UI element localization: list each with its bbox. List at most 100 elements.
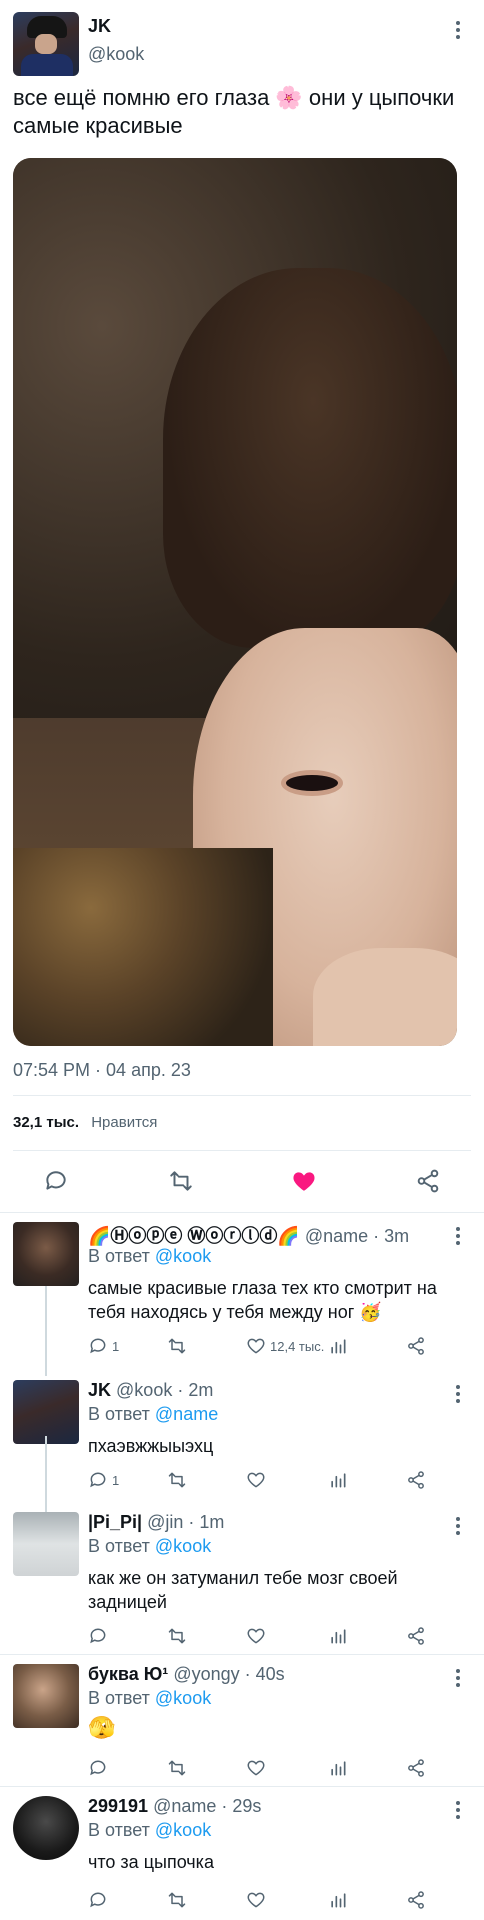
reply-count: 1 — [112, 1472, 120, 1488]
reply-button[interactable] — [88, 1624, 108, 1648]
stats-icon[interactable] — [328, 1468, 348, 1492]
author-handle[interactable]: @kook — [88, 44, 144, 65]
reply-meta: @kook · 2m — [116, 1380, 214, 1400]
share-icon[interactable] — [406, 1888, 426, 1912]
stats-icon[interactable] — [328, 1624, 348, 1648]
divider — [0, 1212, 484, 1213]
more-options-icon[interactable] — [448, 1222, 468, 1250]
retweet-button[interactable] — [166, 1888, 188, 1912]
reply-header[interactable]: JK @kook · 2m — [88, 1380, 213, 1401]
stats-icon[interactable] — [328, 1888, 348, 1912]
reply-prefix: В ответ — [88, 1536, 150, 1556]
reply-item: |Pi_Pi| @jin · 1m В ответ @kook как же о… — [0, 1512, 484, 1652]
like-button[interactable] — [246, 1756, 266, 1780]
reply-avatar[interactable] — [13, 1796, 79, 1860]
mention-link[interactable]: @kook — [155, 1688, 211, 1708]
reply-prefix: В ответ — [88, 1820, 150, 1840]
share-icon[interactable] — [406, 1756, 426, 1780]
reply-item: 🌈Ⓗⓞⓟⓔ Ⓦⓞⓡⓛⓓ🌈 @name · 3m В ответ @kook са… — [0, 1222, 484, 1368]
reply-to-line: В ответ @kook — [88, 1688, 211, 1709]
reply-item: JK @kook · 2m В ответ @name пхаэвжжыыэхц… — [0, 1380, 484, 1490]
reply-header[interactable]: 299191 @name · 29s — [88, 1796, 261, 1817]
tweet-timestamp[interactable]: 07:54 PM · 04 апр. 23 — [13, 1060, 191, 1081]
like-button[interactable]: 12,4 тыс. — [246, 1334, 324, 1358]
reply-avatar[interactable] — [13, 1222, 79, 1286]
reply-avatar[interactable] — [13, 1380, 79, 1444]
reply-meta: @name · 3m — [304, 1226, 410, 1246]
reply-avatar[interactable] — [13, 1664, 79, 1728]
retweet-button[interactable] — [166, 1756, 188, 1780]
like-button[interactable] — [246, 1624, 266, 1648]
reply-meta: @name · 29s — [153, 1796, 262, 1816]
reply-text: 🫣 — [88, 1715, 116, 1740]
more-options-icon[interactable] — [448, 1796, 468, 1824]
like-count: 12,4 тыс. — [270, 1338, 325, 1354]
likes-summary[interactable]: 32,1 тыс. Нравится — [13, 1114, 157, 1131]
reply-button[interactable]: 1 — [88, 1468, 119, 1492]
thread-line — [45, 1436, 47, 1512]
reply-author-name: 299191 — [88, 1796, 149, 1816]
mention-link[interactable]: @name — [155, 1404, 218, 1424]
reply-text: как же он затуманил тебе мозг своей задн… — [88, 1568, 398, 1612]
reply-prefix: В ответ — [88, 1688, 150, 1708]
divider — [0, 1786, 484, 1787]
reply-meta: @jin · 1m — [147, 1512, 225, 1532]
reply-avatar[interactable] — [13, 1512, 79, 1576]
reply-header[interactable]: буква Ю¹ @yongy · 40s — [88, 1664, 285, 1685]
reply-button[interactable] — [88, 1756, 108, 1780]
reply-author-name: JK — [88, 1380, 112, 1400]
author-name[interactable]: JK — [88, 16, 111, 37]
share-icon[interactable] — [406, 1624, 426, 1648]
share-icon[interactable] — [407, 1160, 449, 1202]
reply-actions — [88, 1624, 468, 1648]
heart-filled-icon[interactable] — [283, 1160, 325, 1202]
reply-header[interactable]: 🌈Ⓗⓞⓟⓔ Ⓦⓞⓡⓛⓓ🌈 @name · 3m — [88, 1222, 409, 1248]
reply-meta: @yongy · 40s — [173, 1664, 285, 1684]
likes-label: Нравится — [91, 1114, 158, 1131]
reply-actions — [88, 1756, 468, 1780]
reply-to-line: В ответ @kook — [88, 1246, 211, 1267]
reply-count: 1 — [112, 1338, 120, 1354]
retweet-button[interactable] — [166, 1468, 188, 1492]
reply-icon[interactable] — [35, 1160, 77, 1202]
mention-link[interactable]: @kook — [155, 1820, 211, 1840]
reply-button[interactable] — [88, 1888, 108, 1912]
like-button[interactable] — [246, 1468, 266, 1492]
reply-button[interactable]: 1 — [88, 1334, 119, 1358]
more-options-icon[interactable] — [448, 1664, 468, 1692]
reply-author-name: |Pi_Pi| — [88, 1512, 143, 1532]
divider — [13, 1095, 471, 1096]
reply-item: буква Ю¹ @yongy · 40s В ответ @kook 🫣 — [0, 1664, 484, 1780]
reply-author-name: буква Ю¹ — [88, 1664, 169, 1684]
retweet-button[interactable] — [166, 1334, 192, 1358]
tweet-photo[interactable] — [13, 158, 457, 1046]
more-options-icon[interactable] — [448, 1512, 468, 1540]
reply-actions — [88, 1888, 468, 1912]
stats-icon[interactable] — [328, 1756, 348, 1780]
reply-author-name: 🌈Ⓗⓞⓟⓔ Ⓦⓞⓡⓛⓓ🌈 — [88, 1226, 300, 1246]
mention-link[interactable]: @kook — [155, 1536, 211, 1556]
share-icon[interactable] — [406, 1334, 426, 1358]
author-avatar[interactable] — [13, 12, 79, 76]
mention-link[interactable]: @kook — [155, 1246, 211, 1266]
reply-actions: 1 — [88, 1468, 468, 1492]
like-button[interactable] — [246, 1888, 266, 1912]
share-icon[interactable] — [406, 1468, 426, 1492]
more-options-icon[interactable] — [448, 16, 468, 44]
reply-to-line: В ответ @kook — [88, 1820, 211, 1841]
reply-actions: 1 12,4 тыс. — [88, 1334, 468, 1358]
reply-text: пхаэвжжыыэхц — [88, 1436, 214, 1456]
retweet-button[interactable] — [166, 1624, 188, 1648]
retweet-icon[interactable] — [160, 1160, 202, 1202]
stats-icon[interactable] — [328, 1334, 348, 1358]
more-options-icon[interactable] — [448, 1380, 468, 1408]
reply-text: что за цыпочка — [88, 1852, 214, 1872]
reply-text: самые красивые глаза тех кто смотрит на … — [88, 1278, 437, 1322]
reply-to-line: В ответ @name — [88, 1404, 218, 1425]
reply-prefix: В ответ — [88, 1404, 150, 1424]
reply-header[interactable]: |Pi_Pi| @jin · 1m — [88, 1512, 224, 1533]
reply-item: 299191 @name · 29s В ответ @kook что за … — [0, 1796, 484, 1916]
reply-prefix: В ответ — [88, 1246, 150, 1266]
divider — [13, 1150, 471, 1151]
tweet-text: все ещё помню его глаза 🌸 они у цыпочки … — [13, 85, 455, 138]
